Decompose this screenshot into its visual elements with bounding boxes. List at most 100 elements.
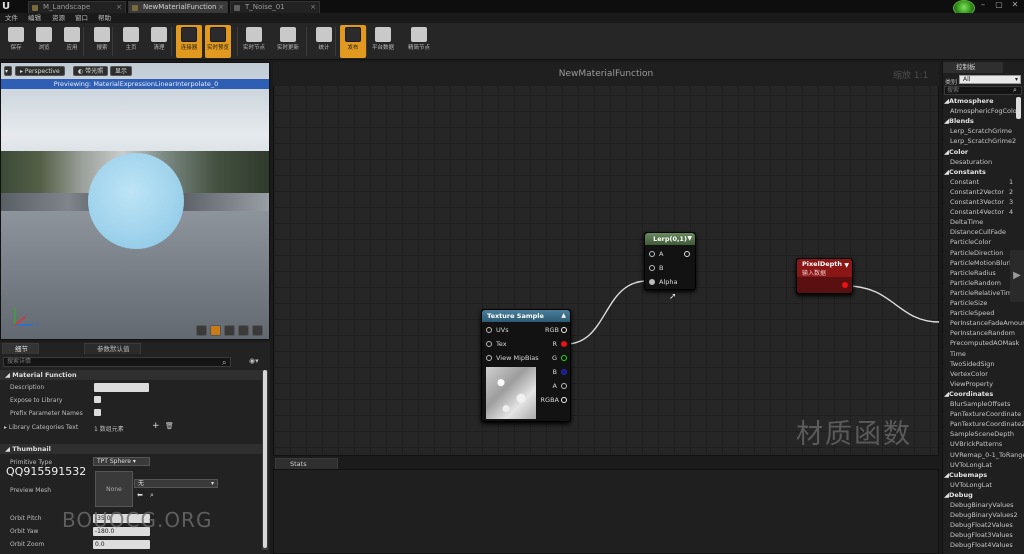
description-field[interactable]: [94, 383, 149, 392]
toolbar-browse-button[interactable]: 浏览: [31, 25, 57, 58]
close-icon[interactable]: ×: [116, 3, 122, 11]
preview-viewport[interactable]: ▾ ▸ Perspective ◐ 带光照 显示 Previewing: Mat…: [0, 62, 270, 340]
toolbar-live-nodes-button[interactable]: 实时节点: [241, 25, 267, 58]
preview-cube-icon[interactable]: [238, 325, 249, 336]
tab-m-landscape[interactable]: M_Landscape ×: [28, 1, 126, 13]
palette-category[interactable]: ◢Constants: [944, 168, 986, 176]
lerp-pin-alpha[interactable]: [649, 279, 655, 285]
perspective-button[interactable]: ▸ Perspective: [15, 66, 65, 76]
pixeldepth-output-pin[interactable]: [842, 282, 848, 288]
preview-teapot-icon[interactable]: [252, 325, 263, 336]
toolbar-home-button[interactable]: 主页: [118, 25, 144, 58]
primitive-type-dropdown[interactable]: TPT Sphere ▾: [93, 457, 150, 466]
eye-icon[interactable]: ◉▾: [249, 357, 259, 365]
palette-item[interactable]: DebugFloat4Values: [950, 541, 1024, 549]
toolbar-live-preview-button[interactable]: 实时预览: [205, 25, 231, 58]
toolbar-live-update-button[interactable]: 实时更新: [275, 25, 301, 58]
menu-file[interactable]: 文件: [5, 13, 18, 23]
palette-item[interactable]: VertexColor: [950, 370, 1024, 378]
palette-category[interactable]: ◢Atmosphere: [944, 97, 994, 105]
texture-pin-view-mip-bias[interactable]: [486, 355, 492, 361]
wire-texture-r-to-lerp-alpha[interactable]: [565, 280, 648, 345]
trash-icon[interactable]: 🗑: [165, 422, 174, 430]
expose-to-library-checkbox[interactable]: [94, 396, 101, 403]
palette-category[interactable]: ◢Debug: [944, 491, 973, 499]
palette-item[interactable]: DeltaTime: [950, 218, 1024, 226]
lerp-node[interactable]: Lerp(0,1) ▼ A B Alpha: [644, 232, 696, 290]
preview-sphere-icon[interactable]: [210, 325, 221, 336]
palette-item[interactable]: Lerp_ScratchGrime: [950, 127, 1024, 135]
close-icon[interactable]: ×: [218, 3, 224, 11]
palette-search-input[interactable]: 搜索: [944, 86, 1022, 95]
toolbar-clean-button[interactable]: 清理: [146, 25, 172, 58]
details-scrollbar[interactable]: [262, 370, 268, 550]
prefix-parameter-names-checkbox[interactable]: [94, 409, 101, 416]
palette-category[interactable]: ◢Cubemaps: [944, 471, 987, 479]
menu-help[interactable]: 帮助: [98, 13, 111, 23]
collapse-arrow-icon[interactable]: ▲: [561, 310, 566, 322]
tab-stats[interactable]: Stats: [275, 458, 338, 469]
use-selected-arrow-icon[interactable]: ⬅: [137, 491, 143, 499]
tab-palette[interactable]: 控制板: [943, 62, 1003, 73]
orbit-zoom-input[interactable]: 0.0: [93, 540, 150, 549]
preview-mesh-thumbnail[interactable]: None: [95, 471, 133, 507]
texture-out-g-pin[interactable]: [561, 355, 567, 361]
close-icon[interactable]: ×: [310, 3, 316, 11]
preview-mesh-dropdown[interactable]: 无 ▾: [134, 479, 218, 488]
maximize-button[interactable]: ▢: [992, 0, 1006, 12]
toolbar-apply-button[interactable]: 应用: [59, 25, 85, 58]
palette-item[interactable]: Lerp_ScratchGrime2: [950, 137, 1024, 145]
preview-plane-icon[interactable]: [224, 325, 235, 336]
palette-item[interactable]: DistanceCullFade: [950, 228, 1024, 236]
show-button[interactable]: 显示: [110, 66, 133, 76]
tab-t-noise[interactable]: T_Noise_01 ×: [230, 1, 320, 13]
palette-item[interactable]: DebugFloat2Values: [950, 521, 1024, 529]
palette-category[interactable]: ◢Color: [944, 148, 968, 156]
texture-sample-node[interactable]: Texture Sample ▲ UVs Tex View MipBias RG…: [481, 309, 571, 422]
palette-item[interactable]: DebugFloat3Values: [950, 531, 1024, 539]
palette-item[interactable]: UVRemap_0-1_ToRange: [950, 451, 1024, 459]
tab-new-material-function[interactable]: NewMaterialFunction ×: [128, 1, 228, 13]
details-scrollbar-thumb[interactable]: [263, 370, 267, 548]
palette-item[interactable]: ViewProperty: [950, 380, 1024, 388]
wire-pixeldepth-out[interactable]: [846, 285, 939, 323]
palette-item[interactable]: PrecomputedAOMask: [950, 339, 1024, 347]
section-material-function[interactable]: ◢ Material Function: [0, 370, 262, 380]
palette-category-dropdown[interactable]: All ▾: [959, 75, 1021, 84]
palette-item[interactable]: Desaturation: [950, 158, 1024, 166]
toolbar-stats-button[interactable]: 统计: [311, 25, 337, 58]
palette-item[interactable]: PanTextureCoordinate2: [950, 420, 1024, 428]
palette-category[interactable]: ◢Coordinates: [944, 390, 993, 398]
palette-item[interactable]: ParticleColor: [950, 238, 1024, 246]
texture-pin-uvs[interactable]: [486, 327, 492, 333]
texture-out-r-pin[interactable]: [561, 341, 567, 347]
toolbar-connectors-button[interactable]: 连接器: [176, 25, 202, 58]
browse-asset-icon[interactable]: ⌕: [150, 491, 154, 500]
toolbar-hide-pins-button[interactable]: 精简节点: [403, 25, 435, 58]
menu-window[interactable]: 窗口: [75, 13, 88, 23]
palette-item[interactable]: SampleSceneDepth: [950, 430, 1024, 438]
lerp-output-pin[interactable]: [684, 251, 690, 257]
collapse-arrow-icon[interactable]: ▼: [687, 233, 692, 245]
palette-item[interactable]: UVBrickPatterns: [950, 440, 1024, 448]
menu-edit[interactable]: 编辑: [28, 13, 41, 23]
close-window-button[interactable]: ✕: [1008, 0, 1022, 12]
palette-item[interactable]: AtmosphericFogColor: [950, 107, 1024, 115]
lerp-node-header[interactable]: Lerp(0,1) ▼: [645, 233, 695, 245]
expand-panel-arrow-icon[interactable]: ▶: [1010, 250, 1024, 302]
palette-scrollbar-thumb[interactable]: [1016, 97, 1021, 119]
texture-out-rgb-pin[interactable]: [561, 327, 567, 333]
palette-category[interactable]: ◢Blends: [944, 117, 974, 125]
viewport-menu-icon[interactable]: ▾: [4, 66, 12, 76]
lerp-pin-b[interactable]: [649, 265, 655, 271]
palette-item[interactable]: PerInstanceFadeAmount: [950, 319, 1024, 327]
palette-item[interactable]: DebugBinaryValues2: [950, 511, 1024, 519]
palette-item[interactable]: UVToLongLat: [950, 461, 1024, 469]
texture-out-rgba-pin[interactable]: [561, 397, 567, 403]
palette-item[interactable]: TwoSidedSign: [950, 360, 1024, 368]
pixeldepth-node[interactable]: PixelDepth 输入数据 ▼: [796, 258, 853, 294]
add-element-icon[interactable]: +: [152, 421, 160, 431]
details-search-input[interactable]: 搜索详情: [3, 357, 231, 367]
palette-item[interactable]: Time: [950, 350, 1024, 358]
palette-item[interactable]: PerInstanceRandom: [950, 329, 1024, 337]
